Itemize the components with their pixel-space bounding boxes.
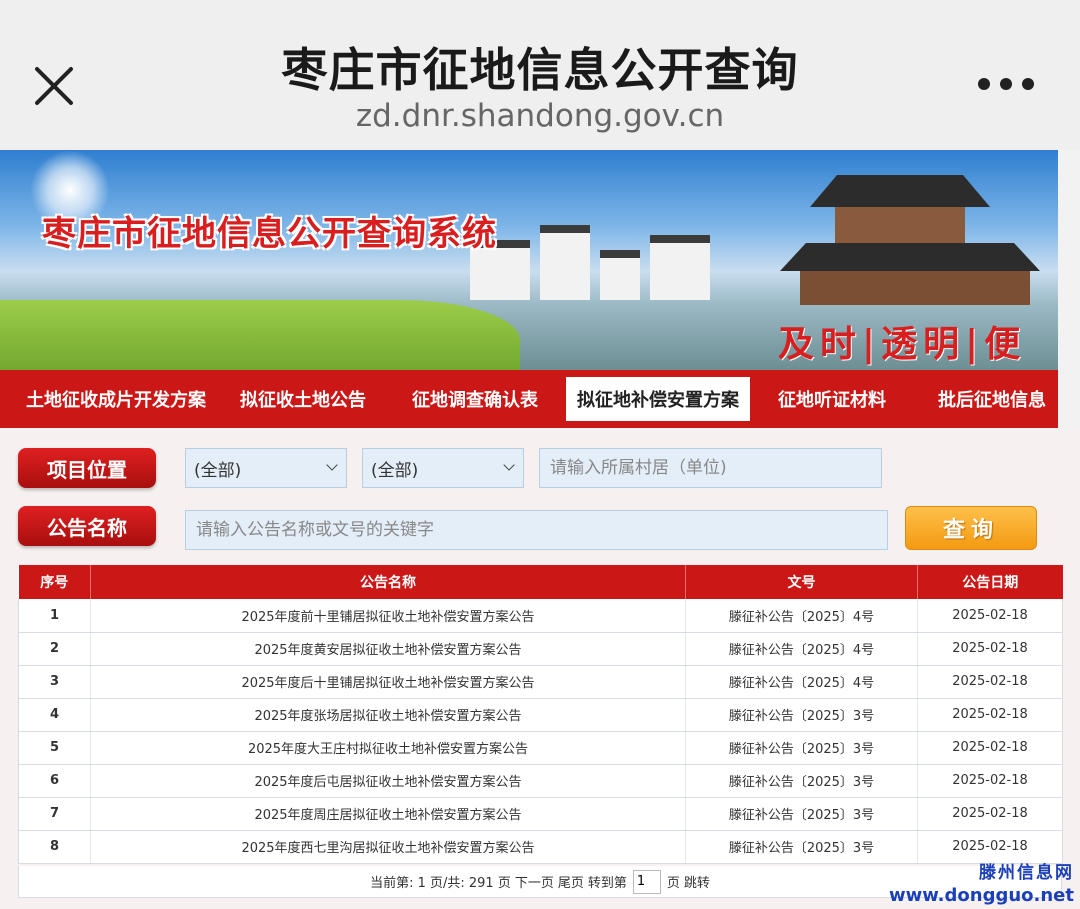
watermark-site-name: 滕州信息网 bbox=[979, 863, 1074, 883]
row-doc-number: 滕征补公告〔2025〕4号 bbox=[685, 665, 918, 699]
row-date: 2025-02-18 bbox=[917, 731, 1063, 765]
row-index: 1 bbox=[18, 599, 91, 633]
header-notice-name: 公告名称 bbox=[90, 565, 686, 599]
row-date: 2025-02-18 bbox=[917, 698, 1063, 732]
row-index: 8 bbox=[18, 830, 91, 864]
chevron-down-icon bbox=[503, 459, 515, 471]
row-notice-name[interactable]: 2025年度西七里沟居拟征收土地补偿安置方案公告 bbox=[90, 830, 686, 864]
chevron-down-icon bbox=[326, 459, 338, 471]
row-notice-name[interactable]: 2025年度大王庄村拟征收土地补偿安置方案公告 bbox=[90, 731, 686, 765]
row-date: 2025-02-18 bbox=[917, 599, 1063, 633]
row-doc-number: 滕征补公告〔2025〕4号 bbox=[685, 599, 918, 633]
row-notice-name[interactable]: 2025年度黄安居拟征收土地补偿安置方案公告 bbox=[90, 632, 686, 666]
row-index: 2 bbox=[18, 632, 91, 666]
town-select-value: (全部) bbox=[371, 460, 419, 481]
row-doc-number: 滕征补公告〔2025〕4号 bbox=[685, 632, 918, 666]
page-url: zd.dnr.shandong.gov.cn bbox=[355, 98, 725, 134]
nav-item-compensation-plan[interactable]: 拟征地补偿安置方案 bbox=[566, 377, 750, 421]
watermark: 滕州信息网 www.dongguo.net bbox=[889, 858, 1074, 906]
row-notice-name[interactable]: 2025年度张场居拟征收土地补偿安置方案公告 bbox=[90, 698, 686, 732]
goto-label: 转到第 bbox=[587, 876, 627, 891]
page-unit-label: 页 bbox=[666, 876, 680, 891]
table-row[interactable]: 5 2025年度大王庄村拟征收土地补偿安置方案公告 滕征补公告〔2025〕3号 202… bbox=[18, 731, 1063, 765]
header-index: 序号 bbox=[18, 565, 91, 599]
town-select[interactable]: (全部) bbox=[362, 448, 524, 488]
row-notice-name[interactable]: 2025年度前十里铺居拟征收土地补偿安置方案公告 bbox=[90, 599, 686, 633]
table-row[interactable]: 4 2025年度张场居拟征收土地补偿安置方案公告 滕征补公告〔2025〕3号 2025… bbox=[18, 698, 1063, 732]
row-date: 2025-02-18 bbox=[917, 797, 1063, 831]
table-row[interactable]: 3 2025年度后十里铺居拟征收土地补偿安置方案公告 滕征补公告〔2025〕4号 20… bbox=[18, 665, 1063, 699]
row-doc-number: 滕征补公告〔2025〕3号 bbox=[685, 797, 918, 831]
green-field-image bbox=[0, 300, 520, 370]
table-row[interactable]: 1 2025年度前十里铺居拟征收土地补偿安置方案公告 滕征补公告〔2025〕4号 20… bbox=[18, 599, 1063, 633]
pager-status: 当前第: 1 页/共: 291 页 bbox=[370, 876, 511, 891]
row-index: 4 bbox=[18, 698, 91, 732]
row-doc-number: 滕征补公告〔2025〕3号 bbox=[685, 731, 918, 765]
region-select-value: (全部) bbox=[194, 460, 242, 481]
watermark-url: www.dongguo.net bbox=[888, 885, 1074, 906]
banner-slogan: 及时|透明|便民 bbox=[778, 323, 1027, 365]
row-date: 2025-02-18 bbox=[917, 632, 1063, 666]
location-label: 项目位置 bbox=[18, 448, 156, 488]
row-doc-number: 滕征补公告〔2025〕3号 bbox=[685, 698, 918, 732]
page-number-input[interactable] bbox=[632, 869, 661, 894]
next-page-link[interactable]: 下一页 bbox=[515, 872, 554, 891]
table-header-row: 序号 公告名称 文号 公告日期 bbox=[18, 565, 1063, 599]
table-row[interactable]: 6 2025年度后屯居拟征收土地补偿安置方案公告 滕征补公告〔2025〕3号 2025… bbox=[18, 764, 1063, 798]
row-notice-name[interactable]: 2025年度后屯居拟征收土地补偿安置方案公告 bbox=[90, 764, 686, 798]
row-doc-number: 滕征补公告〔2025〕3号 bbox=[685, 764, 918, 798]
row-date: 2025-02-18 bbox=[917, 764, 1063, 798]
header-date: 公告日期 bbox=[917, 565, 1063, 599]
notice-table: 序号 公告名称 文号 公告日期 1 2025年度前十里铺居拟征收土地补偿安置方案公… bbox=[18, 565, 1063, 864]
village-input[interactable] bbox=[539, 448, 882, 488]
nav-item-development-plan[interactable]: 土地征收成片开发方案 bbox=[14, 377, 218, 421]
last-page-link[interactable]: 尾页 bbox=[558, 872, 584, 891]
page-title: 枣庄市征地信息公开查询 bbox=[281, 43, 799, 97]
nav-item-land-notice[interactable]: 拟征收土地公告 bbox=[232, 377, 374, 421]
more-options-icon[interactable] bbox=[978, 78, 1034, 92]
header-banner: 枣庄市征地信息公开查询系统 及时|透明|便民 bbox=[0, 150, 1058, 370]
keyword-input[interactable] bbox=[185, 510, 888, 550]
row-index: 7 bbox=[18, 797, 91, 831]
table-row[interactable]: 2 2025年度黄安居拟征收土地补偿安置方案公告 滕征补公告〔2025〕4号 2025… bbox=[18, 632, 1063, 666]
table-row[interactable]: 7 2025年度周庄居拟征收土地补偿安置方案公告 滕征补公告〔2025〕3号 2025… bbox=[18, 797, 1063, 831]
row-notice-name[interactable]: 2025年度周庄居拟征收土地补偿安置方案公告 bbox=[90, 797, 686, 831]
row-index: 6 bbox=[18, 764, 91, 798]
nav-item-survey-table[interactable]: 征地调查确认表 bbox=[404, 377, 546, 421]
banner-title: 枣庄市征地信息公开查询系统 bbox=[42, 214, 497, 254]
region-select[interactable]: (全部) bbox=[185, 448, 347, 488]
notice-name-label: 公告名称 bbox=[18, 506, 156, 546]
jump-link[interactable]: 跳转 bbox=[684, 872, 710, 891]
nav-item-approved-info[interactable]: 批后征地信息 bbox=[930, 377, 1054, 421]
pavilion-image bbox=[780, 165, 1058, 315]
row-index: 5 bbox=[18, 731, 91, 765]
row-date: 2025-02-18 bbox=[917, 665, 1063, 699]
white-houses-image bbox=[470, 210, 730, 300]
top-bar: 枣庄市征地信息公开查询 zd.dnr.shandong.gov.cn bbox=[0, 0, 1080, 150]
row-notice-name[interactable]: 2025年度后十里铺居拟征收土地补偿安置方案公告 bbox=[90, 665, 686, 699]
nav-item-hearing-materials[interactable]: 征地听证材料 bbox=[770, 377, 894, 421]
header-doc-number: 文号 bbox=[685, 565, 918, 599]
main-nav: 土地征收成片开发方案 拟征收土地公告 征地调查确认表 拟征地补偿安置方案 征地听… bbox=[0, 370, 1058, 428]
query-button[interactable]: 查询 bbox=[905, 506, 1037, 550]
row-doc-number: 滕征补公告〔2025〕3号 bbox=[685, 830, 918, 864]
row-index: 3 bbox=[18, 665, 91, 699]
